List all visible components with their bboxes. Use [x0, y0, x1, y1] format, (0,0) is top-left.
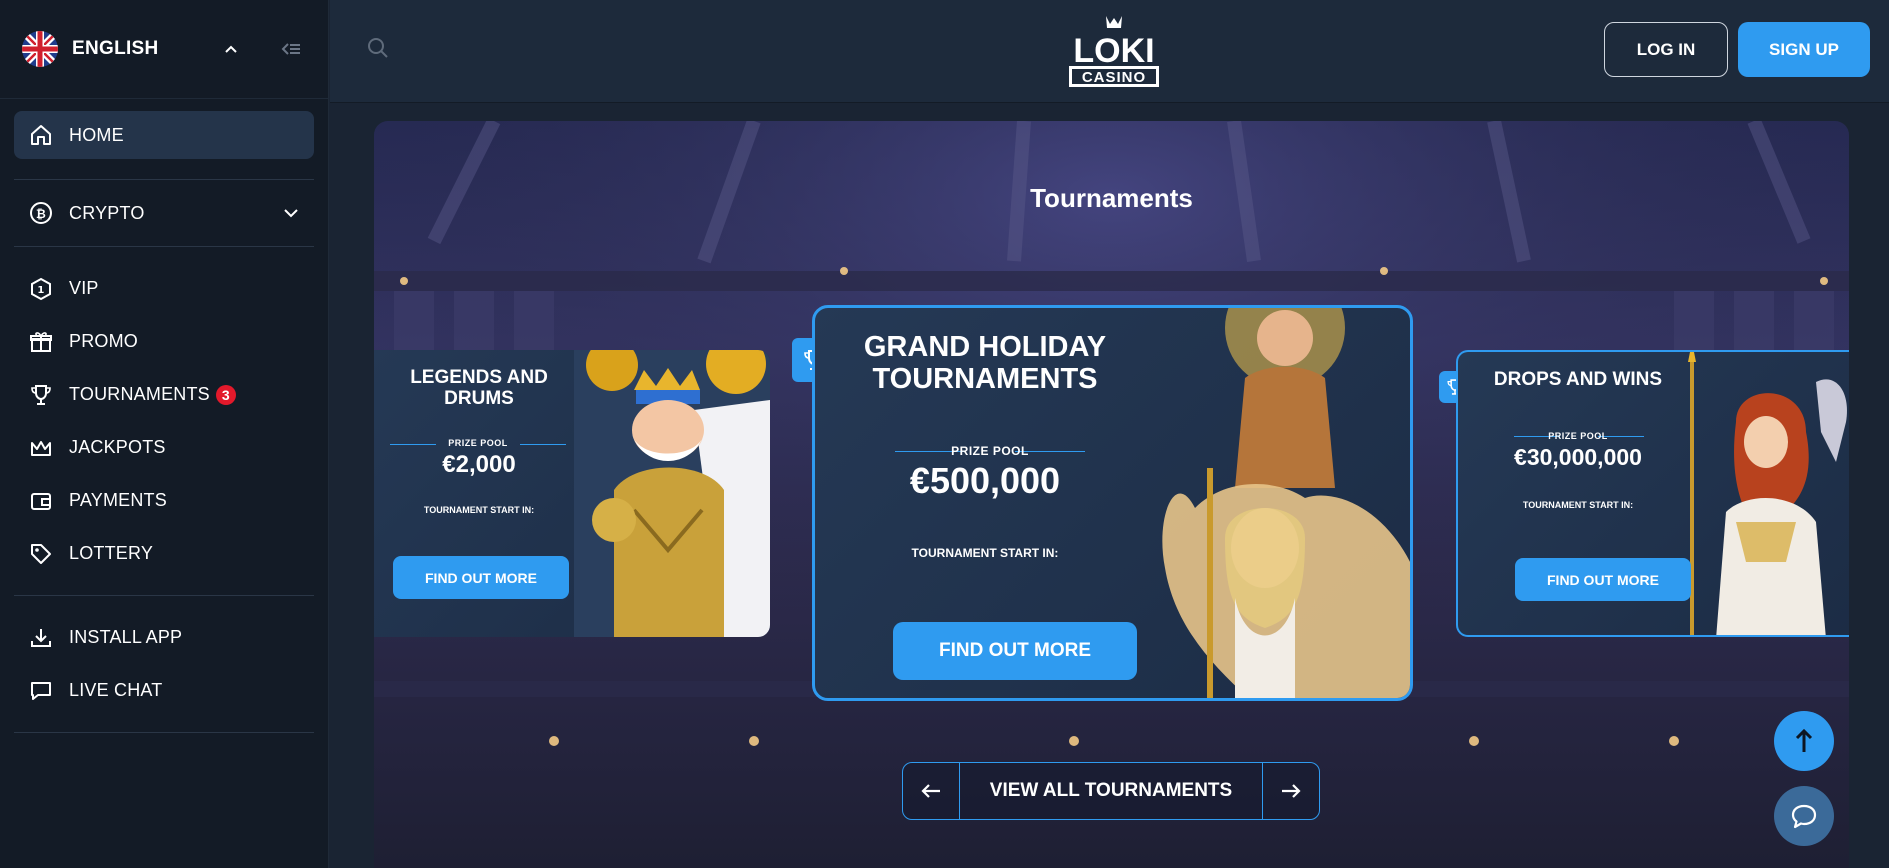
- chevron-down-icon[interactable]: [282, 204, 300, 222]
- top-header: LOKI CASINO LOG IN SIGN UP: [330, 0, 1889, 103]
- language-label[interactable]: ENGLISH: [72, 38, 159, 60]
- main-nav: HOME ₿ CRYPTO 1 VIP PROMO TOURNAMENTS 3: [0, 99, 328, 733]
- view-all-tournaments-link[interactable]: VIEW ALL TOURNAMENTS: [960, 763, 1262, 819]
- tournaments-count-badge: 3: [215, 384, 236, 405]
- gift-icon: [30, 331, 52, 352]
- wallet-icon: [31, 492, 51, 510]
- logo-subtext: CASINO: [1082, 69, 1146, 86]
- next-arrow-button[interactable]: [1262, 763, 1319, 819]
- banner-title: Tournaments: [1030, 183, 1193, 213]
- nav-jackpots[interactable]: JACKPOTS: [14, 421, 314, 474]
- chat-bubble-icon: [1791, 804, 1817, 829]
- chat-icon: [31, 681, 51, 700]
- nav-promo[interactable]: PROMO: [14, 315, 314, 368]
- nav-group-extra: INSTALL APP LIVE CHAT: [14, 605, 314, 723]
- view-all-tournaments-bar: VIEW ALL TOURNAMENTS: [902, 762, 1320, 820]
- tournament-start-label: TOURNAMENT START IN:: [423, 505, 535, 515]
- live-chat-button[interactable]: [1774, 786, 1834, 846]
- arrow-left-icon: [921, 784, 940, 798]
- nav-divider: [14, 246, 314, 247]
- nav-divider: [14, 732, 314, 733]
- nav-payments-label: PAYMENTS: [69, 490, 167, 510]
- prize-pool-value: €500,000: [909, 460, 1061, 501]
- tournaments-banner: Tournaments LEGENDS AND DRUMS PRIZE POOL…: [374, 121, 1849, 868]
- tournament-start-label: TOURNAMENT START IN:: [1522, 500, 1634, 510]
- nav-vip[interactable]: 1 VIP: [14, 262, 314, 315]
- prev-arrow-button[interactable]: [903, 763, 960, 819]
- nav-home-label: HOME: [69, 124, 124, 145]
- login-button[interactable]: LOG IN: [1604, 22, 1728, 77]
- scroll-to-top-button[interactable]: [1774, 711, 1834, 771]
- nav-vip-label: VIP: [69, 278, 99, 298]
- collapse-sidebar-icon[interactable]: [280, 38, 302, 60]
- prize-pool-label: PRIZE POOL: [448, 438, 508, 448]
- tag-icon: [31, 543, 51, 564]
- nav-install-app[interactable]: INSTALL APP: [14, 611, 314, 664]
- chevron-up-icon[interactable]: [224, 42, 238, 56]
- tournament-card-drops-and-wins[interactable]: DROPS AND WINS PRIZE POOL €30,000,000 TO…: [1456, 350, 1849, 637]
- arrow-up-icon: [1795, 728, 1813, 752]
- card-title: GRAND HOLIDAY TOURNAMENTS: [863, 331, 1107, 396]
- arrow-right-icon: [1282, 784, 1301, 798]
- prize-pool-label: PRIZE POOL: [1548, 431, 1608, 441]
- svg-text:₿: ₿: [36, 207, 46, 221]
- nav-tournaments-label: TOURNAMENTS: [69, 384, 210, 404]
- loki-casino-logo[interactable]: LOKI CASINO: [1066, 12, 1162, 90]
- find-out-more-button[interactable]: FIND OUT MORE: [893, 622, 1137, 680]
- king-character-image: [574, 350, 770, 637]
- prize-pool-label: PRIZE POOL: [951, 444, 1029, 458]
- tournament-card-grand-holiday[interactable]: GRAND HOLIDAY TOURNAMENTS PRIZE POOL €50…: [812, 305, 1413, 701]
- nav-crypto[interactable]: ₿ CRYPTO: [14, 189, 314, 237]
- nav-divider: [14, 179, 314, 180]
- nav-group-main: 1 VIP PROMO TOURNAMENTS 3 JACKPOTS PAYME…: [14, 256, 314, 586]
- search-icon[interactable]: [366, 36, 390, 60]
- nav-promo-label: PROMO: [69, 331, 139, 351]
- nav-live-chat-label: LIVE CHAT: [69, 680, 163, 700]
- nav-lottery[interactable]: LOTTERY: [14, 527, 314, 580]
- bitcoin-icon: ₿: [30, 202, 52, 224]
- uk-flag-icon[interactable]: [22, 31, 58, 67]
- goddess-character-image: [1688, 352, 1847, 635]
- svg-text:1: 1: [37, 285, 44, 296]
- logo-text: LOKI: [1073, 32, 1154, 70]
- card-title: LEGENDS AND DRUMS: [410, 367, 548, 410]
- crown-icon: [31, 440, 51, 456]
- tournament-card-legends[interactable]: LEGENDS AND DRUMS PRIZE POOL €2,000 TOUR…: [374, 350, 770, 637]
- nav-live-chat[interactable]: LIVE CHAT: [14, 664, 314, 717]
- nav-lottery-label: LOTTERY: [69, 543, 154, 563]
- find-out-more-button[interactable]: FIND OUT MORE: [393, 556, 569, 599]
- nav-home[interactable]: HOME: [14, 111, 314, 159]
- find-out-more-button[interactable]: FIND OUT MORE: [1515, 558, 1691, 601]
- language-bar: ENGLISH: [0, 0, 328, 99]
- nav-crypto-label: CRYPTO: [69, 202, 145, 223]
- prize-pool-value: €2,000: [442, 451, 516, 478]
- card-title: DROPS AND WINS: [1493, 369, 1663, 390]
- nav-divider: [14, 595, 314, 596]
- trophy-icon: [31, 384, 51, 405]
- nav-tournaments[interactable]: TOURNAMENTS 3: [14, 368, 314, 421]
- home-icon: [31, 125, 51, 145]
- tournament-start-label: TOURNAMENT START IN:: [911, 546, 1059, 560]
- nav-install-app-label: INSTALL APP: [69, 627, 183, 647]
- nav-payments[interactable]: PAYMENTS: [14, 474, 314, 527]
- gods-characters-image: [1162, 308, 1410, 698]
- sidebar: ENGLISH HOME ₿ CRYPTO 1 VIP PROMO TOURNA…: [0, 0, 329, 868]
- signup-button[interactable]: SIGN UP: [1738, 22, 1870, 77]
- prize-pool-value: €30,000,000: [1514, 444, 1642, 470]
- vip-shield-icon: 1: [31, 277, 51, 300]
- nav-jackpots-label: JACKPOTS: [69, 437, 166, 457]
- download-icon: [31, 628, 51, 647]
